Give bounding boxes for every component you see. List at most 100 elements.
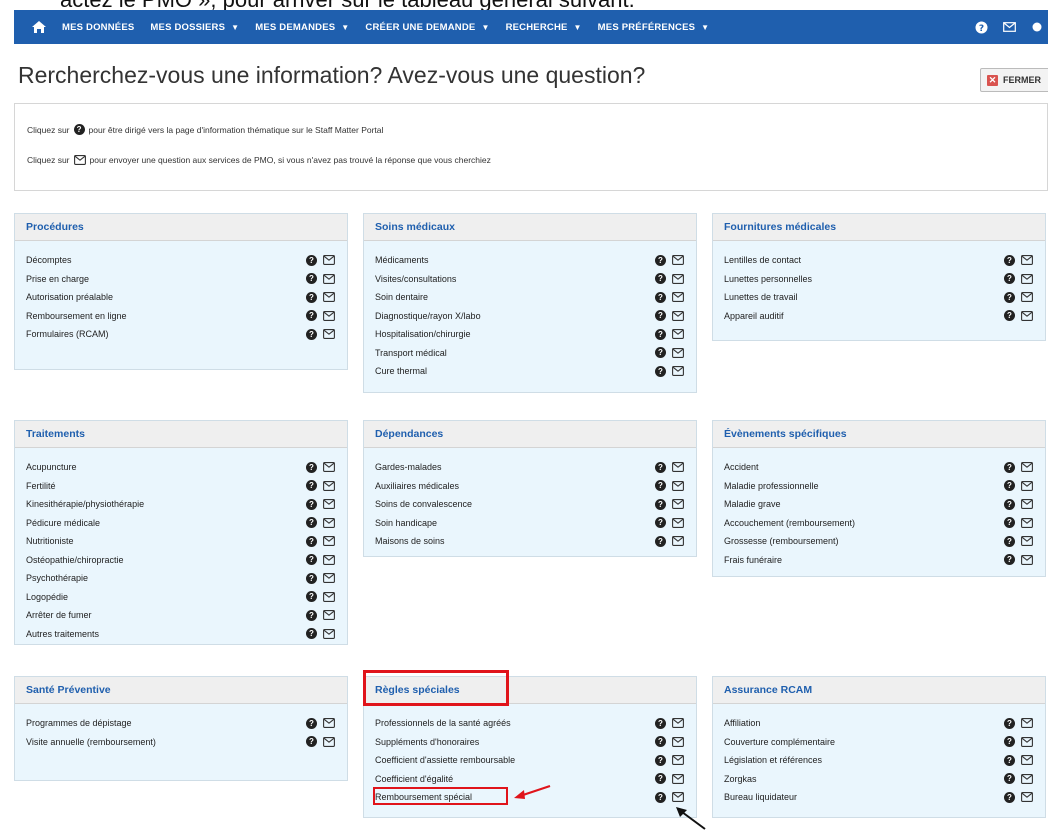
envelope-icon[interactable] bbox=[323, 591, 335, 602]
envelope-icon[interactable] bbox=[672, 273, 684, 284]
question-circle-icon[interactable]: ? bbox=[306, 480, 317, 492]
envelope-icon[interactable] bbox=[323, 573, 335, 584]
question-circle-icon[interactable]: ? bbox=[655, 254, 666, 266]
envelope-icon[interactable] bbox=[1021, 517, 1033, 528]
topic-link[interactable]: Législation et références bbox=[724, 755, 822, 765]
envelope-icon[interactable] bbox=[1021, 273, 1033, 284]
envelope-icon[interactable] bbox=[672, 310, 684, 321]
topic-link[interactable]: Coefficient d'égalité bbox=[375, 774, 453, 784]
question-circle-icon[interactable]: ? bbox=[306, 461, 317, 473]
topic-link[interactable]: Soin dentaire bbox=[375, 292, 428, 302]
topic-link[interactable]: Zorgkas bbox=[724, 774, 757, 784]
question-circle-icon[interactable]: ? bbox=[306, 535, 317, 547]
topic-link[interactable]: Grossesse (remboursement) bbox=[724, 536, 839, 546]
question-circle-icon[interactable]: ? bbox=[1004, 498, 1015, 510]
envelope-icon[interactable] bbox=[1021, 310, 1033, 321]
question-circle-icon[interactable]: ? bbox=[306, 609, 317, 621]
envelope-icon[interactable] bbox=[323, 718, 335, 729]
topic-link[interactable]: Soin handicape bbox=[375, 518, 437, 528]
envelope-icon[interactable] bbox=[323, 499, 335, 510]
question-circle-icon[interactable]: ? bbox=[306, 328, 317, 340]
topic-link[interactable]: Kinesithérapie/physiothérapie bbox=[26, 499, 144, 509]
envelope-icon[interactable] bbox=[1021, 536, 1033, 547]
topic-link[interactable]: Gardes-malades bbox=[375, 462, 442, 472]
topic-link[interactable]: Acupuncture bbox=[26, 462, 77, 472]
question-circle-icon[interactable]: ? bbox=[306, 291, 317, 303]
topic-link[interactable]: Suppléments d'honoraires bbox=[375, 737, 479, 747]
help-icon[interactable]: ? bbox=[974, 20, 988, 34]
envelope-icon[interactable] bbox=[323, 628, 335, 639]
question-circle-icon[interactable]: ? bbox=[1004, 273, 1015, 285]
question-circle-icon[interactable]: ? bbox=[1004, 480, 1015, 492]
topic-link[interactable]: Médicaments bbox=[375, 255, 429, 265]
nav-item[interactable]: MES DOSSIERS ▼ bbox=[142, 10, 247, 44]
envelope-icon[interactable] bbox=[323, 736, 335, 747]
envelope-icon[interactable] bbox=[1021, 773, 1033, 784]
question-circle-icon[interactable]: ? bbox=[655, 791, 666, 803]
question-circle-icon[interactable]: ? bbox=[1004, 554, 1015, 566]
question-circle-icon[interactable]: ? bbox=[655, 347, 666, 359]
envelope-icon[interactable] bbox=[323, 536, 335, 547]
question-circle-icon[interactable]: ? bbox=[1004, 736, 1015, 748]
envelope-icon[interactable] bbox=[1021, 755, 1033, 766]
question-circle-icon[interactable]: ? bbox=[655, 517, 666, 529]
envelope-icon[interactable] bbox=[1021, 292, 1033, 303]
envelope-icon[interactable] bbox=[323, 255, 335, 266]
user-menu-icon[interactable] bbox=[1030, 20, 1044, 34]
envelope-icon[interactable] bbox=[323, 273, 335, 284]
envelope-icon[interactable] bbox=[323, 517, 335, 528]
question-circle-icon[interactable]: ? bbox=[1004, 754, 1015, 766]
nav-item[interactable]: CRÉER UNE DEMANDE ▼ bbox=[357, 10, 497, 44]
topic-link[interactable]: Frais funéraire bbox=[724, 555, 782, 565]
question-circle-icon[interactable]: ? bbox=[655, 365, 666, 377]
topic-link[interactable]: Ostéopathie/chiropractie bbox=[26, 555, 124, 565]
question-circle-icon[interactable]: ? bbox=[655, 498, 666, 510]
envelope-icon[interactable] bbox=[672, 292, 684, 303]
home-icon[interactable] bbox=[24, 10, 54, 44]
envelope-icon[interactable] bbox=[1021, 255, 1033, 266]
topic-link[interactable]: Accident bbox=[724, 462, 759, 472]
envelope-icon[interactable] bbox=[323, 310, 335, 321]
envelope-icon[interactable] bbox=[323, 480, 335, 491]
topic-link[interactable]: Accouchement (remboursement) bbox=[724, 518, 855, 528]
topic-link[interactable]: Formulaires (RCAM) bbox=[26, 329, 109, 339]
envelope-icon[interactable] bbox=[672, 462, 684, 473]
topic-link[interactable]: Auxiliaires médicales bbox=[375, 481, 459, 491]
question-circle-icon[interactable]: ? bbox=[655, 736, 666, 748]
topic-link[interactable]: Visites/consultations bbox=[375, 274, 456, 284]
envelope-icon[interactable] bbox=[1021, 462, 1033, 473]
envelope-icon[interactable] bbox=[672, 366, 684, 377]
envelope-icon[interactable] bbox=[672, 736, 684, 747]
envelope-icon[interactable] bbox=[672, 517, 684, 528]
question-circle-icon[interactable]: ? bbox=[655, 754, 666, 766]
question-circle-icon[interactable]: ? bbox=[655, 310, 666, 322]
question-circle-icon[interactable]: ? bbox=[1004, 291, 1015, 303]
topic-link[interactable]: Professionnels de la santé agréés bbox=[375, 718, 511, 728]
topic-link[interactable]: Appareil auditif bbox=[724, 311, 784, 321]
topic-link[interactable]: Maisons de soins bbox=[375, 536, 445, 546]
question-circle-icon[interactable]: ? bbox=[655, 773, 666, 785]
question-circle-icon[interactable]: ? bbox=[655, 535, 666, 547]
envelope-icon[interactable] bbox=[323, 554, 335, 565]
topic-link[interactable]: Programmes de dépistage bbox=[26, 718, 132, 728]
mail-icon[interactable] bbox=[1002, 20, 1016, 34]
question-circle-icon[interactable]: ? bbox=[306, 591, 317, 603]
envelope-icon[interactable] bbox=[672, 480, 684, 491]
envelope-icon[interactable] bbox=[672, 499, 684, 510]
topic-link[interactable]: Transport médical bbox=[375, 348, 447, 358]
question-circle-icon[interactable]: ? bbox=[306, 554, 317, 566]
question-circle-icon[interactable]: ? bbox=[655, 717, 666, 729]
envelope-icon[interactable] bbox=[323, 462, 335, 473]
envelope-icon[interactable] bbox=[672, 255, 684, 266]
envelope-icon[interactable] bbox=[672, 755, 684, 766]
question-circle-icon[interactable]: ? bbox=[306, 572, 317, 584]
question-circle-icon[interactable]: ? bbox=[306, 273, 317, 285]
envelope-icon[interactable] bbox=[1021, 554, 1033, 565]
close-button[interactable]: ✕ FERMER bbox=[980, 68, 1048, 92]
question-circle-icon[interactable]: ? bbox=[1004, 773, 1015, 785]
nav-item[interactable]: MES DONNÉES bbox=[54, 10, 142, 44]
topic-link[interactable]: Lentilles de contact bbox=[724, 255, 801, 265]
topic-link[interactable]: Psychothérapie bbox=[26, 573, 88, 583]
question-circle-icon[interactable]: ? bbox=[655, 291, 666, 303]
envelope-icon[interactable] bbox=[323, 329, 335, 340]
